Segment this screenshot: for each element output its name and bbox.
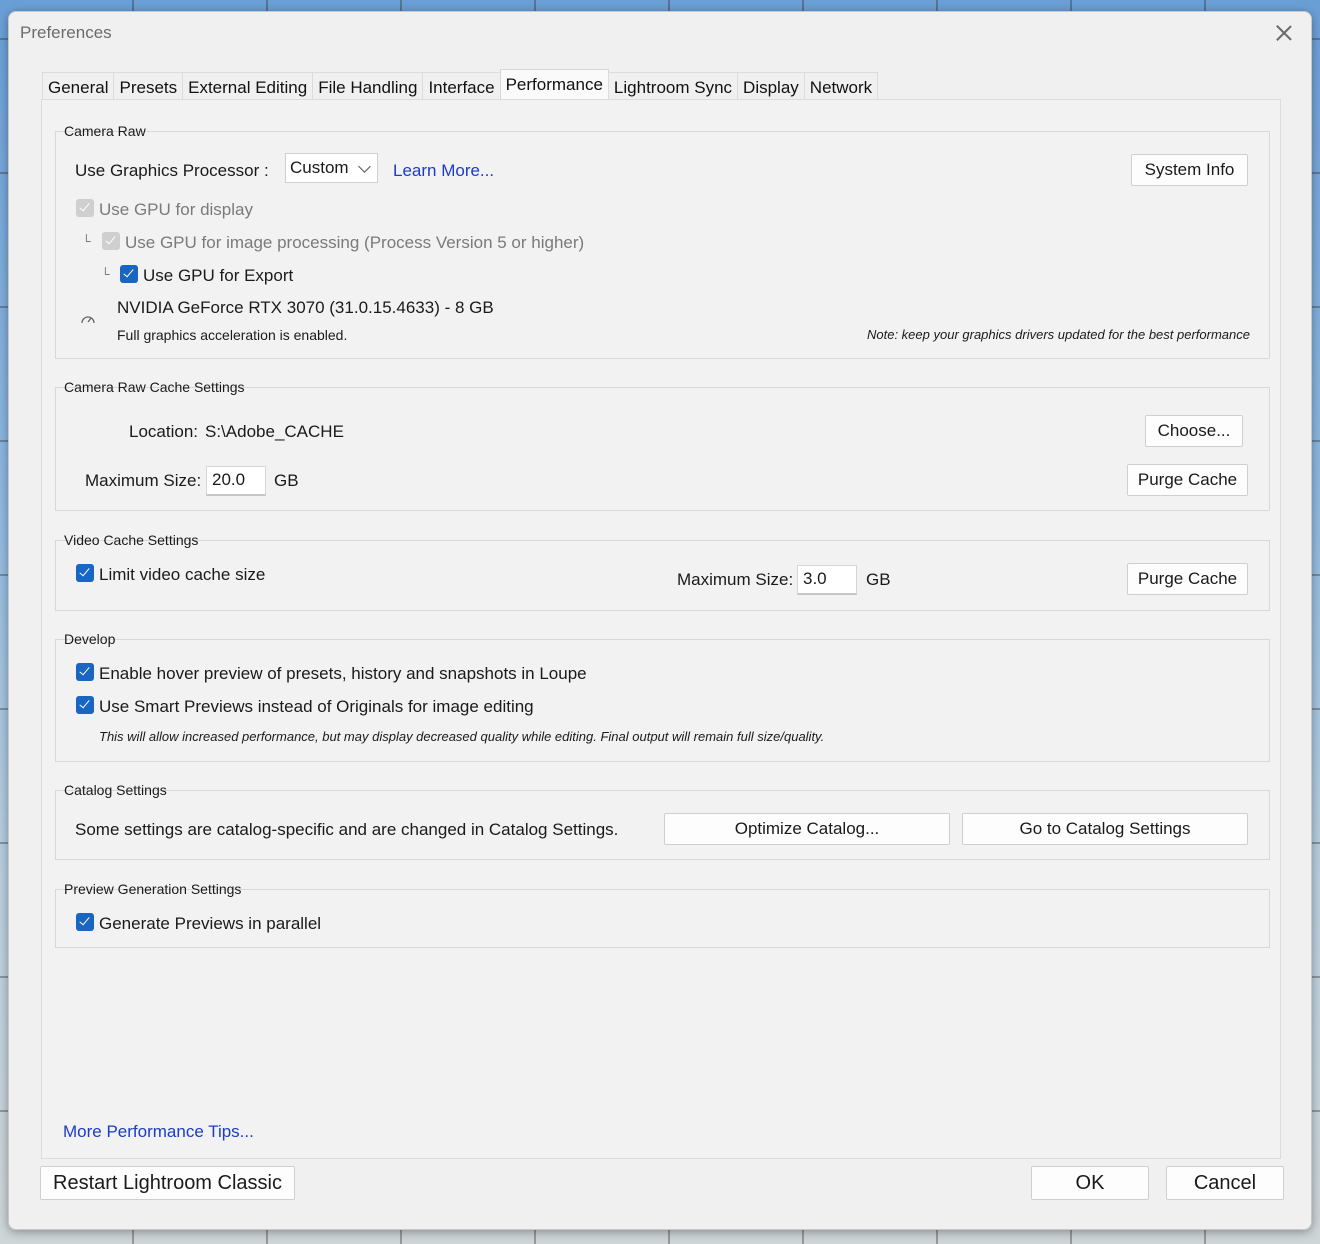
smart-previews-note: This will allow increased performance, b… — [99, 729, 825, 744]
limit-video-cache-checkbox[interactable] — [76, 564, 94, 582]
tab-external-editing[interactable]: External Editing — [182, 72, 314, 102]
goto-catalog-settings-button[interactable]: Go to Catalog Settings — [962, 813, 1248, 845]
tab-file-handling[interactable]: File Handling — [312, 72, 424, 102]
preview-generation-title: Preview Generation Settings — [64, 881, 242, 897]
restart-lightroom-button[interactable]: Restart Lightroom Classic — [40, 1166, 295, 1200]
tab-bar: General Presets External Editing File Ha… — [42, 69, 879, 102]
tab-general[interactable]: General — [42, 72, 115, 102]
gpu-display-label: Use GPU for display — [99, 200, 253, 219]
catalog-title: Catalog Settings — [64, 782, 167, 798]
cache-title: Camera Raw Cache Settings — [64, 379, 245, 395]
develop-title: Develop — [64, 631, 116, 647]
camera-raw-title: Camera Raw — [64, 123, 146, 139]
window-title: Preferences — [20, 23, 112, 42]
learn-more-link[interactable]: Learn More... — [393, 161, 494, 181]
gpu-processor-value: Custom — [290, 158, 349, 177]
gpu-display-checkbox[interactable] — [76, 199, 94, 217]
location-label: Location: — [129, 422, 198, 441]
parallel-previews-label: Generate Previews in parallel — [99, 914, 322, 933]
tab-network[interactable]: Network — [803, 72, 879, 102]
tab-interface[interactable]: Interface — [422, 72, 501, 102]
hover-preview-checkbox[interactable] — [76, 663, 94, 681]
system-info-button[interactable]: System Info — [1131, 154, 1248, 186]
choose-button[interactable]: Choose... — [1145, 415, 1243, 447]
location-value: S:\Adobe_CACHE — [205, 422, 344, 441]
parallel-previews-checkbox[interactable] — [76, 913, 94, 931]
driver-note: Note: keep your graphics drivers updated… — [867, 327, 1250, 342]
gpu-export-checkbox[interactable] — [120, 265, 138, 283]
cache-size-input[interactable]: 20.0 — [206, 466, 266, 496]
smart-previews-label: Use Smart Previews instead of Originals … — [99, 697, 534, 716]
gpu-processing-checkbox[interactable] — [102, 232, 120, 250]
video-cache-title: Video Cache Settings — [64, 532, 199, 548]
smart-previews-checkbox[interactable] — [76, 696, 94, 714]
close-icon[interactable] — [1273, 22, 1295, 44]
more-performance-tips-link[interactable]: More Performance Tips... — [63, 1122, 254, 1142]
catalog-text: Some settings are catalog-specific and a… — [75, 820, 619, 839]
max-size-label: Maximum Size: — [85, 471, 202, 490]
video-max-size-label: Maximum Size: — [677, 570, 794, 589]
gpu-processing-label: Use GPU for image processing (Process Ve… — [125, 233, 585, 252]
hover-preview-label: Enable hover preview of presets, history… — [99, 664, 587, 683]
preferences-dialog: Preferences General Presets External Edi… — [8, 11, 1312, 1230]
video-purge-cache-button[interactable]: Purge Cache — [1127, 563, 1248, 595]
gpu-export-label: Use GPU for Export — [143, 266, 294, 285]
video-cache-size-input[interactable]: 3.0 — [797, 565, 857, 595]
optimize-catalog-button[interactable]: Optimize Catalog... — [664, 813, 950, 845]
ok-button[interactable]: OK — [1031, 1166, 1149, 1200]
tab-lightroom-sync[interactable]: Lightroom Sync — [607, 72, 739, 102]
tab-display[interactable]: Display — [737, 72, 805, 102]
tab-presets[interactable]: Presets — [113, 72, 184, 102]
gpu-label: Use Graphics Processor : — [75, 161, 269, 180]
acceleration-status: Full graphics acceleration is enabled. — [117, 327, 348, 343]
tab-performance[interactable]: Performance — [499, 69, 609, 102]
video-cache-unit: GB — [866, 570, 891, 589]
gpu-name: NVIDIA GeForce RTX 3070 (31.0.15.4633) -… — [117, 298, 494, 317]
gauge-icon — [81, 316, 95, 324]
cancel-button[interactable]: Cancel — [1166, 1166, 1284, 1200]
tree-connector: └ — [82, 234, 91, 248]
chevron-down-icon — [358, 160, 371, 173]
purge-cache-button[interactable]: Purge Cache — [1127, 464, 1248, 496]
gpu-processor-select[interactable]: Custom — [285, 153, 378, 183]
performance-panel: Camera Raw Use Graphics Processor : Cust… — [41, 99, 1281, 1159]
cache-unit: GB — [274, 471, 299, 490]
limit-video-cache-label: Limit video cache size — [99, 565, 266, 584]
tree-connector: └ — [101, 267, 110, 281]
